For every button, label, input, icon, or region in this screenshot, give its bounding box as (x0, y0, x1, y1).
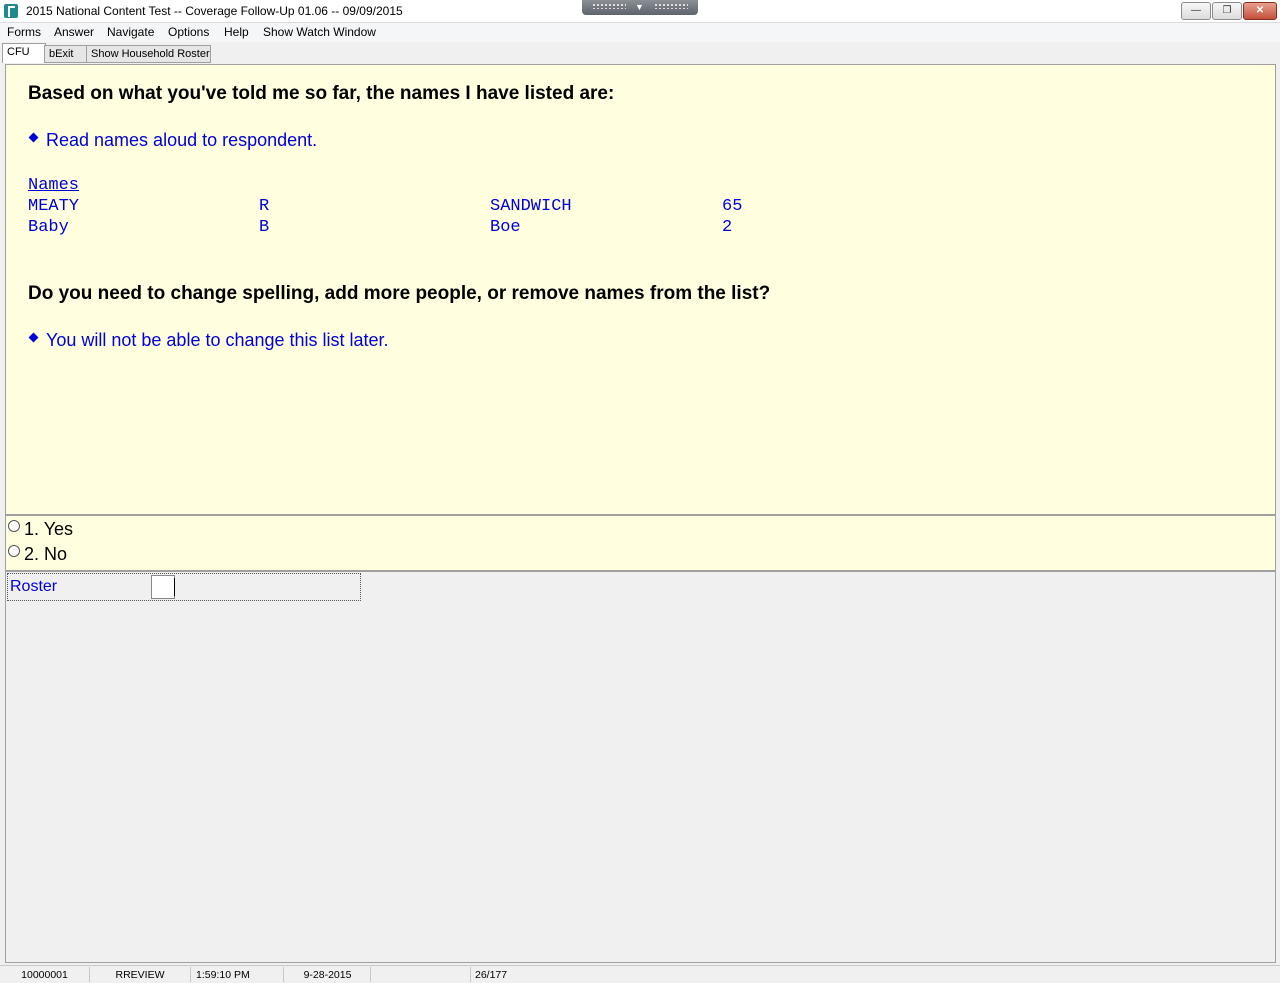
first-name: MEATY (28, 197, 80, 216)
first-name: Baby (28, 218, 69, 237)
roster-input[interactable] (151, 575, 175, 599)
menu-show-watch-window[interactable]: Show Watch Window (263, 25, 376, 39)
menu-help[interactable]: Help (224, 25, 249, 39)
status-progress: 26/177 (475, 969, 508, 981)
status-mode: RREVIEW (90, 967, 191, 982)
answer-label: 2. No (24, 544, 68, 564)
menu-answer[interactable]: Answer (54, 25, 94, 39)
app-icon[interactable] (4, 4, 18, 18)
tab-bexit[interactable]: bExit (44, 45, 87, 63)
window-title: 2015 National Content Test -- Coverage F… (26, 4, 403, 18)
application-window: 2015 National Content Test -- Coverage F… (0, 0, 1280, 983)
title-bar[interactable]: 2015 National Content Test -- Coverage F… (0, 0, 1280, 23)
menu-navigate[interactable]: Navigate (107, 25, 154, 39)
middle-initial: B (259, 218, 270, 237)
close-icon: ✕ (1255, 5, 1265, 16)
roster-label: Roster (10, 578, 58, 595)
roster-field-row[interactable]: Roster (7, 573, 361, 601)
answer-option-yes[interactable]: 1. Yes (8, 519, 73, 541)
status-bar: 10000001 RREVIEW 1:59:10 PM 9-28-2015 26… (0, 965, 1280, 983)
status-date: 9-28-2015 (285, 967, 371, 982)
diamond-bullet-icon (28, 132, 39, 143)
restore-icon: ❐ (1222, 5, 1232, 16)
taskbar-grip[interactable]: ▼ (582, 0, 698, 15)
menu-bar: Forms Answer Navigate Options Help Show … (0, 23, 1280, 42)
tab-show-household-roster[interactable]: Show Household Roster (86, 45, 211, 63)
status-time: 1:59:10 PM (191, 967, 284, 982)
names-header: Names (28, 176, 80, 195)
last-name: Boe (490, 218, 521, 237)
interviewer-instruction: Read names aloud to respondent. (28, 130, 318, 151)
text-caret (174, 578, 175, 596)
radio-button-icon[interactable] (8, 545, 20, 557)
middle-initial: R (259, 197, 270, 216)
age: 65 (722, 197, 743, 216)
answer-option-no[interactable]: 2. No (8, 544, 67, 566)
diamond-bullet-icon (28, 332, 39, 343)
status-empty (371, 967, 471, 982)
question-pane: Based on what you've told me so far, the… (5, 64, 1276, 515)
followup-question: Do you need to change spelling, add more… (28, 283, 771, 304)
minimize-button[interactable]: — (1181, 2, 1211, 20)
menu-forms[interactable]: Forms (7, 25, 41, 39)
answer-label: 1. Yes (24, 519, 74, 539)
age: 2 (722, 218, 733, 237)
down-arrow-icon: ▼ (635, 2, 644, 12)
close-button[interactable]: ✕ (1243, 2, 1277, 20)
followup-instruction: You will not be able to change this list… (28, 330, 389, 351)
tab-strip: CFU bExit Show Household Roster (0, 42, 1280, 63)
question-heading: Based on what you've told me so far, the… (28, 83, 615, 104)
status-case-id: 10000001 (0, 967, 90, 982)
tab-cfu[interactable]: CFU (2, 43, 46, 63)
restore-button[interactable]: ❐ (1212, 2, 1242, 20)
grip-dots-icon (654, 3, 688, 9)
form-pane: Roster (5, 571, 1276, 963)
menu-options[interactable]: Options (168, 25, 209, 39)
last-name: SANDWICH (490, 197, 572, 216)
followup-instruction-text: You will not be able to change this list… (46, 330, 389, 350)
instruction-text: Read names aloud to respondent. (46, 130, 318, 150)
minimize-icon: — (1191, 5, 1201, 16)
radio-button-icon[interactable] (8, 520, 20, 532)
grip-dots-icon (592, 3, 626, 9)
answer-pane: 1. Yes 2. No (5, 515, 1276, 571)
